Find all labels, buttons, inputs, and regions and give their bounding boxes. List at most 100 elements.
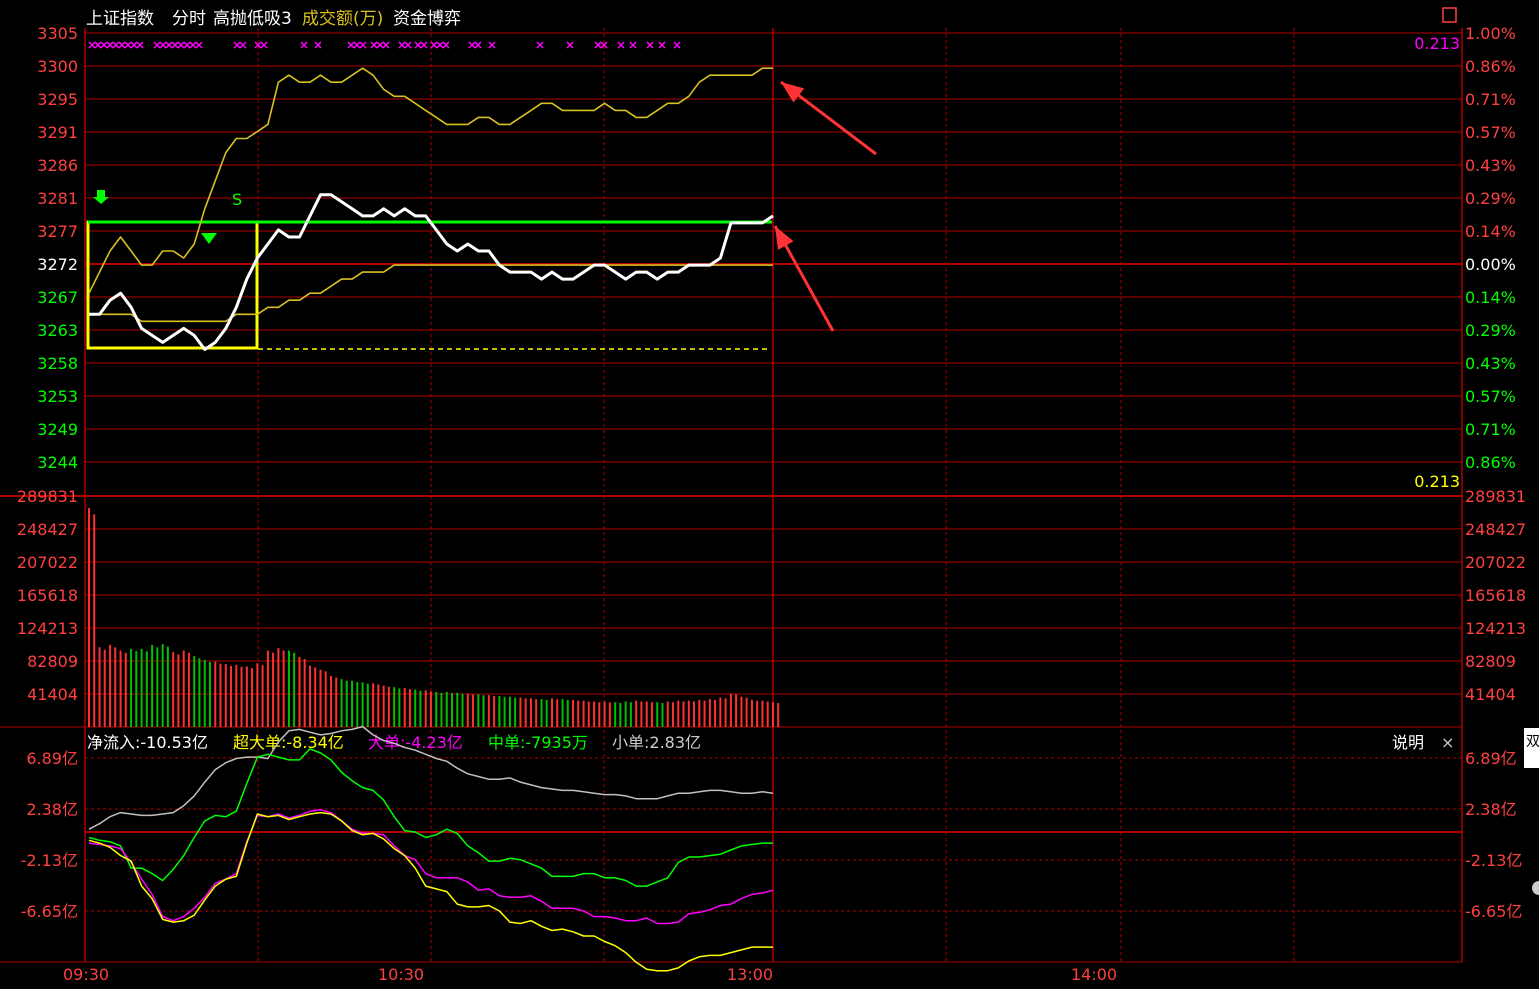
marker-x: [106, 41, 114, 49]
marker-x: [370, 41, 378, 49]
marker-x: [617, 41, 625, 49]
signal-s: S: [232, 190, 242, 209]
marker-x: [398, 41, 406, 49]
percent-tick: 0.14%: [1465, 288, 1516, 307]
percent-tick: 1.00%: [1465, 24, 1516, 43]
restore-icon[interactable]: [1442, 7, 1457, 23]
volume-tick-right: 165618: [1465, 586, 1526, 605]
percent-tick: 0.29%: [1465, 321, 1516, 340]
marker-x: [658, 41, 666, 49]
legend-super: 超大单:-8.34亿: [233, 733, 344, 752]
indicator2-label[interactable]: 资金博弈: [393, 9, 461, 29]
indicator-value: 0.213: [1414, 34, 1460, 53]
marker-x: [468, 41, 476, 49]
flow-tick-left: 6.89亿: [26, 749, 78, 768]
marker-x: [436, 41, 444, 49]
marker-x: [404, 41, 412, 49]
percent-tick: 0.86%: [1465, 57, 1516, 76]
percent-tick: 0.71%: [1465, 90, 1516, 109]
annotation-arrow-head: [775, 226, 794, 250]
marker-x: [159, 41, 167, 49]
marker-x: [94, 41, 102, 49]
close-icon[interactable]: ×: [1441, 733, 1454, 752]
price-tick: 3253: [37, 387, 78, 406]
marker-x: [233, 41, 241, 49]
marker-x: [629, 41, 637, 49]
legend-medium: 中单:-7935万: [488, 733, 588, 752]
marker-x: [420, 41, 428, 49]
marker-x: [88, 41, 96, 49]
time-label: 13:00: [727, 965, 773, 984]
percent-tick: 0.29%: [1465, 189, 1516, 208]
marker-x: [153, 41, 161, 49]
price-tick: 3258: [37, 354, 78, 373]
marker-x: [474, 41, 482, 49]
volume-tick-left: 41404: [27, 685, 78, 704]
marker-x: [260, 41, 268, 49]
marker-x: [189, 41, 197, 49]
flow-tick-right: 6.89亿: [1465, 749, 1517, 768]
flow-tick-left: -6.65亿: [21, 902, 78, 921]
indicator-value: 0.213: [1414, 472, 1460, 491]
percent-tick: 0.86%: [1465, 453, 1516, 472]
marker-x: [414, 41, 422, 49]
marker-x: [566, 41, 574, 49]
chart-canvas[interactable]: 上证指数 分时 高抛低吸3 成交额(万) 资金博弈 3305 3300 3295 3291 328…: [0, 0, 1539, 989]
edge-tab-label[interactable]: 双: [1526, 734, 1539, 750]
time-label: 14:00: [1071, 965, 1117, 984]
flow-tick-right: -2.13亿: [1465, 851, 1522, 870]
marker-x: [376, 41, 384, 49]
marker-x: [112, 41, 120, 49]
marker-x: [430, 41, 438, 49]
volume-label[interactable]: 成交额(万): [302, 9, 383, 29]
price-tick: 3267: [37, 288, 78, 307]
marker-x: [130, 41, 138, 49]
time-label: 09:30: [63, 965, 109, 984]
time-label: 10:30: [378, 965, 424, 984]
legend-net: 净流入:-10.53亿: [87, 733, 208, 752]
legend-small: 小单:2.83亿: [612, 733, 701, 752]
flow-tick-left: -2.13亿: [21, 851, 78, 870]
price-tick: 3263: [37, 321, 78, 340]
volume-tick-left: 165618: [17, 586, 78, 605]
percent-tick: 0.71%: [1465, 420, 1516, 439]
volume-tick-right: 41404: [1465, 685, 1516, 704]
price-tick: 3295: [37, 90, 78, 109]
price-tick: 3300: [37, 57, 78, 76]
marker-x: [165, 41, 173, 49]
marker-x: [239, 41, 247, 49]
sell-triangle-icon: [201, 233, 217, 244]
buy-arrow-icon: [93, 190, 109, 204]
percent-tick: 0.57%: [1465, 387, 1516, 406]
volume-tick-left: 289831: [17, 487, 78, 506]
marker-x: [536, 41, 544, 49]
marker-x: [347, 41, 355, 49]
marker-x: [353, 41, 361, 49]
marker-x: [118, 41, 126, 49]
price-tick: 3286: [37, 156, 78, 175]
marker-x: [300, 41, 308, 49]
volume-tick-right: 207022: [1465, 553, 1526, 572]
price-tick: 3281: [37, 189, 78, 208]
mode-label[interactable]: 分时: [172, 9, 206, 29]
indicator-label[interactable]: 高抛低吸3: [213, 9, 292, 29]
price-line: [89, 193, 774, 351]
flow-tick-left: 2.38亿: [26, 800, 78, 819]
percent-tick: 0.43%: [1465, 156, 1516, 175]
volume-tick-left: 248427: [17, 520, 78, 539]
percent-tick: 0.00%: [1465, 255, 1516, 274]
marker-x: [100, 41, 108, 49]
marker-x: [314, 41, 322, 49]
marker-x: [442, 41, 450, 49]
percent-tick: 0.14%: [1465, 222, 1516, 241]
price-tick: 3277: [37, 222, 78, 241]
price-tick: 3272: [37, 255, 78, 274]
price-tick: 3291: [37, 123, 78, 142]
percent-tick: 0.57%: [1465, 123, 1516, 142]
price-tick: 3244: [37, 453, 78, 472]
explain-button[interactable]: 说明: [1392, 733, 1424, 752]
scroll-handle[interactable]: [1532, 881, 1539, 895]
marker-x: [594, 41, 602, 49]
marker-x: [177, 41, 185, 49]
intraday-chart-window: 上证指数 分时 高抛低吸3 成交额(万) 资金博弈 3305 3300 3295 3291 328…: [0, 0, 1539, 989]
